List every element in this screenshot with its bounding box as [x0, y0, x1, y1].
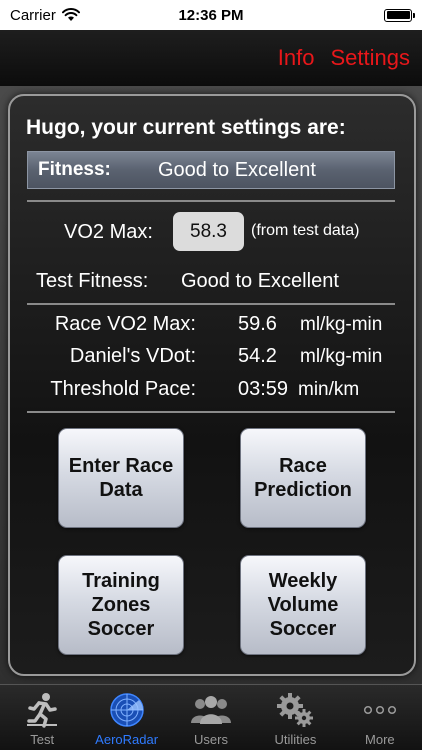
button-line: Zones [91, 594, 151, 616]
users-icon [190, 690, 232, 730]
status-left: Carrier [10, 7, 80, 24]
status-bar: Carrier 12:36 PM [0, 0, 422, 30]
button-line: Soccer [87, 618, 155, 640]
more-dots-icon [363, 690, 397, 730]
runner-icon [27, 690, 58, 730]
fitness-value: Good to Excellent [158, 158, 316, 181]
tab-label: Users [194, 732, 228, 747]
divider-top [27, 200, 395, 202]
button-line: Training [82, 570, 160, 592]
test-fitness-label: Test Fitness: [36, 270, 149, 292]
tab-users[interactable]: Users [169, 685, 253, 750]
vo2-max-label: VO2 Max: [64, 221, 153, 243]
button-line: Weekly [268, 570, 338, 592]
divider-middle [27, 303, 395, 305]
tab-utilities[interactable]: Utilities [253, 685, 337, 750]
race-vo2-max-value: 59.6 [238, 313, 277, 335]
race-vo2-max-unit: ml/kg-min [300, 314, 383, 335]
threshold-pace-value: 03:59 [238, 378, 289, 400]
enter-race-data-button[interactable]: Enter Race Data [58, 428, 184, 528]
settings-button[interactable]: Settings [331, 45, 411, 71]
button-line: Enter Race [68, 455, 174, 477]
divider-bottom [27, 411, 395, 413]
race-vo2-max-label: Race VO2 Max: [54, 313, 196, 335]
button-line: Data [99, 479, 143, 501]
vdot-value: 54.2 [238, 345, 277, 367]
vdot-unit: ml/kg-min [300, 346, 383, 367]
training-zones-button[interactable]: Training Zones Soccer [58, 555, 184, 655]
info-button[interactable]: Info [278, 45, 315, 71]
threshold-pace-unit: min/km [298, 379, 360, 400]
vdot-label: Daniel's VDot: [69, 345, 196, 367]
button-line: Volume [267, 594, 339, 616]
fitness-bar: Fitness: Good to Excellent [27, 151, 395, 189]
button-line: Prediction [254, 479, 352, 501]
tab-label: More [365, 732, 395, 747]
nav-bar: Info Settings [0, 30, 422, 86]
vo2-max-field[interactable]: 58.3 [173, 212, 244, 251]
radar-icon [109, 690, 145, 730]
tab-aeroradar[interactable]: AeroRadar [84, 685, 168, 750]
vo2-max-note: (from test data) [251, 222, 360, 239]
gears-icon [276, 690, 314, 730]
tab-test[interactable]: Test [0, 685, 84, 750]
test-fitness-value: Good to Excellent [181, 270, 339, 292]
tab-label: Test [30, 732, 55, 747]
battery-icon [384, 8, 415, 22]
button-line: Soccer [269, 618, 337, 640]
carrier-name: Carrier [10, 6, 56, 24]
wifi-icon [61, 8, 80, 21]
tab-label: Utilities [274, 732, 317, 747]
weekly-volume-button[interactable]: Weekly Volume Soccer [240, 555, 366, 655]
tab-bar: Test AeroRadar Users Utilities More [0, 684, 422, 750]
race-prediction-button[interactable]: Race Prediction [240, 428, 366, 528]
panel-title: Hugo, your current settings are: [26, 116, 346, 139]
fitness-label: Fitness: [38, 159, 111, 180]
threshold-pace-label: Threshold Pace: [50, 378, 196, 400]
tab-label: AeroRadar [95, 732, 159, 747]
button-line: Race [279, 455, 327, 477]
tab-more[interactable]: More [338, 685, 422, 750]
